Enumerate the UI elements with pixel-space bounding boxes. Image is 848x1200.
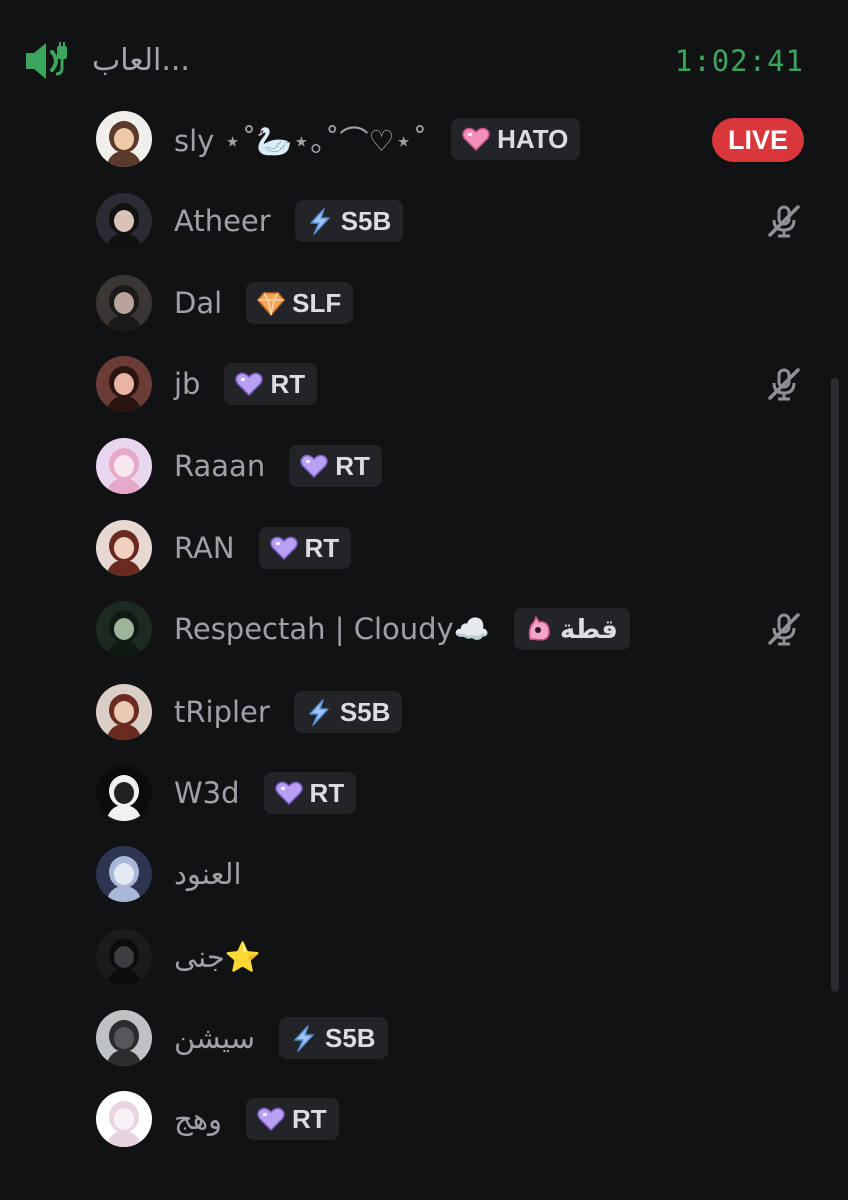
voice-member-row[interactable]: سيشن S5B [88, 1003, 818, 1073]
live-badge[interactable]: LIVE [711, 118, 804, 162]
member-name: W3d [174, 776, 240, 810]
avatar[interactable] [96, 1010, 152, 1066]
muted-mic-icon [764, 609, 804, 649]
server-tag[interactable]: S5B [279, 1017, 388, 1059]
server-tag-label: SLF [292, 287, 342, 318]
server-tag-label: RT [270, 368, 306, 399]
voice-member-row[interactable]: tRipler S5B [88, 677, 818, 747]
lightning-icon [305, 207, 335, 235]
muted-mic-icon [764, 364, 804, 404]
avatar[interactable] [96, 193, 152, 249]
voice-member-row[interactable]: jb RT [88, 349, 818, 419]
voice-member-row[interactable]: وهج RT [88, 1084, 818, 1154]
member-name: jb [174, 367, 201, 401]
member-name: Atheer [174, 204, 271, 238]
pink-cat-icon [524, 615, 554, 643]
server-tag[interactable]: قطة [513, 608, 630, 650]
elapsed-timer: 1:02:41 [674, 44, 804, 78]
avatar[interactable] [96, 275, 152, 331]
server-tag[interactable]: RT [224, 363, 318, 405]
voice-member-row[interactable]: جنى⭐ [88, 922, 818, 992]
server-tag-label: قطة [559, 613, 618, 644]
voice-member-row[interactable]: Respectah | Cloudy☁️ قطة [88, 594, 818, 664]
server-tag-label: HATO [497, 123, 569, 154]
member-name: Respectah | Cloudy☁️ [174, 611, 490, 646]
server-tag[interactable]: HATO [451, 118, 581, 160]
server-tag-label: RT [304, 532, 340, 563]
member-name: RAN [174, 531, 235, 565]
scrollbar[interactable] [831, 378, 839, 992]
member-name: وهج [174, 1102, 223, 1136]
speaker-icon[interactable] [22, 38, 72, 84]
avatar[interactable] [96, 684, 152, 740]
server-tag-label: RT [335, 450, 370, 481]
member-name: Raaan [174, 449, 266, 483]
server-tag-label: RT [309, 777, 345, 808]
server-tag-label: S5B [325, 1022, 376, 1053]
server-tag[interactable]: SLF [246, 282, 354, 324]
purple-heart-icon [234, 370, 264, 398]
server-tag[interactable]: RT [258, 527, 352, 569]
server-tag[interactable]: S5B [293, 691, 403, 733]
voice-member-row[interactable]: sly ⋆˚🦢⋆｡˚⌒♡⋆˚ HATO LIVE [88, 104, 818, 174]
avatar[interactable] [96, 846, 152, 902]
voice-member-row[interactable]: W3d RT [88, 758, 818, 828]
member-name: tRipler [174, 695, 270, 729]
avatar[interactable] [96, 929, 152, 985]
server-tag-label: RT [292, 1103, 327, 1134]
purple-heart-icon [256, 1105, 286, 1133]
voice-member-row[interactable]: Raaan RT [88, 431, 818, 501]
member-name: sly ⋆˚🦢⋆｡˚⌒♡⋆˚ [174, 124, 428, 158]
server-tag[interactable]: RT [289, 445, 382, 487]
voice-channel-header: العاب... 1:02:41 [0, 0, 848, 110]
server-tag[interactable]: S5B [294, 200, 404, 242]
lightning-icon [304, 698, 334, 726]
member-name: جنى⭐ [174, 939, 261, 974]
purple-heart-icon [269, 534, 299, 562]
muted-mic-icon [764, 201, 804, 241]
voice-member-row[interactable]: العنود [88, 839, 818, 909]
lightning-icon [289, 1024, 319, 1052]
pink-heart-icon [461, 125, 491, 153]
server-tag-label: S5B [339, 696, 391, 727]
channel-name: العاب... [92, 43, 190, 78]
avatar[interactable] [96, 765, 152, 821]
server-tag[interactable]: RT [246, 1098, 339, 1140]
server-tag-label: S5B [340, 205, 392, 236]
voice-member-row[interactable]: Atheer S5B [88, 186, 818, 256]
avatar[interactable] [96, 356, 152, 412]
server-tag[interactable]: RT [263, 772, 357, 814]
member-name: سيشن [174, 1021, 255, 1055]
avatar[interactable] [96, 111, 152, 167]
purple-heart-icon [299, 452, 329, 480]
avatar[interactable] [96, 1091, 152, 1147]
voice-member-row[interactable]: Dal SLF [88, 268, 818, 338]
avatar[interactable] [96, 520, 152, 576]
member-name: Dal [174, 286, 223, 320]
member-name: العنود [174, 857, 242, 891]
avatar[interactable] [96, 438, 152, 494]
voice-member-row[interactable]: RAN RT [88, 513, 818, 583]
purple-heart-icon [274, 779, 304, 807]
gem-icon [256, 289, 286, 317]
avatar[interactable] [96, 601, 152, 657]
